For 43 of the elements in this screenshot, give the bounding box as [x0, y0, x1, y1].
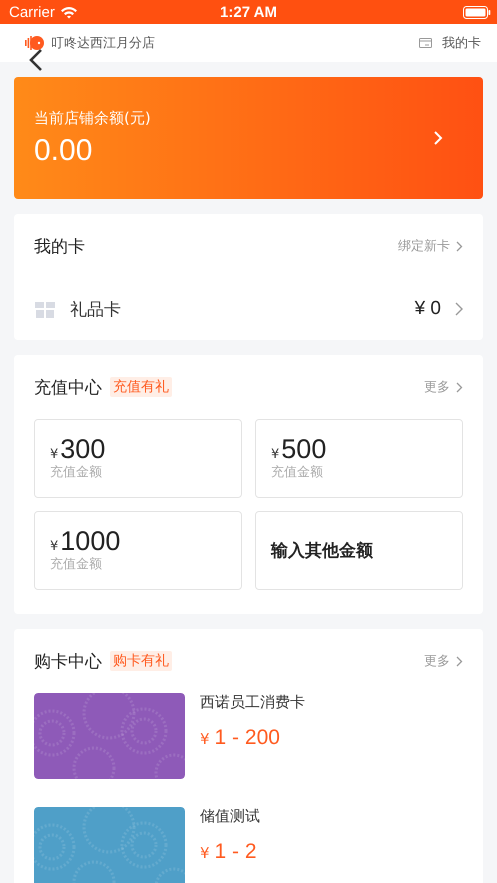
recharge-amount: 300	[60, 436, 106, 463]
recharge-label: 充值金额	[50, 556, 103, 573]
carrier-text: Carrier	[9, 4, 55, 20]
custom-amount-label: 输入其他金额	[271, 540, 374, 562]
gift-icon	[34, 299, 56, 319]
promo-tag: 充值有礼	[110, 377, 172, 397]
card-name[interactable]: 储值测试	[200, 807, 260, 826]
balance-amount: 0.00	[34, 134, 94, 168]
store-name: 叮咚达西江月分店	[51, 35, 155, 52]
custom-amount-button[interactable]: 输入其他金额	[255, 511, 463, 590]
chevron-icon	[456, 240, 463, 252]
promo-tag: 购卡有礼	[110, 651, 172, 671]
chevron-icon	[433, 130, 443, 146]
chevron-icon	[455, 302, 463, 316]
balance-label: 当前店铺余额(元)	[34, 108, 152, 128]
currency-symbol: ¥	[50, 447, 58, 462]
my-cards-link[interactable]: 我的卡	[442, 34, 481, 52]
card-icon[interactable]	[419, 38, 432, 48]
back-icon[interactable]	[29, 48, 43, 72]
chevron-icon	[456, 382, 463, 392]
card-name[interactable]: 礼品卡	[70, 298, 121, 320]
currency-symbol: ¥	[50, 539, 58, 554]
clock-text: 1:27 AM	[220, 4, 277, 20]
price-range: 1 - 200	[214, 726, 280, 750]
recharge-amount: 1000	[60, 528, 120, 555]
recharge-option[interactable]: ¥300 充值金额	[34, 419, 242, 498]
chevron-icon	[456, 656, 463, 666]
section-title: 购卡中心	[34, 650, 102, 672]
card-balance: ¥ 0	[414, 298, 441, 320]
recharge-option[interactable]: ¥500 充值金额	[255, 419, 463, 498]
card-name[interactable]: 西诺员工消费卡	[200, 693, 305, 712]
currency-symbol: ¥	[200, 844, 210, 862]
section-title: 我的卡	[34, 236, 85, 258]
recharge-option[interactable]: ¥1000 充值金额	[34, 511, 242, 590]
recharge-amount: 500	[281, 436, 326, 463]
currency-symbol: ¥	[200, 730, 210, 748]
recharge-label: 充值金额	[271, 464, 324, 481]
recharge-label: 充值金额	[50, 464, 103, 481]
section-title: 充值中心	[34, 376, 102, 398]
price-range: 1 - 2	[214, 840, 257, 864]
wifi-icon	[60, 6, 78, 18]
currency-symbol: ¥	[271, 447, 280, 462]
battery-icon	[463, 6, 491, 18]
